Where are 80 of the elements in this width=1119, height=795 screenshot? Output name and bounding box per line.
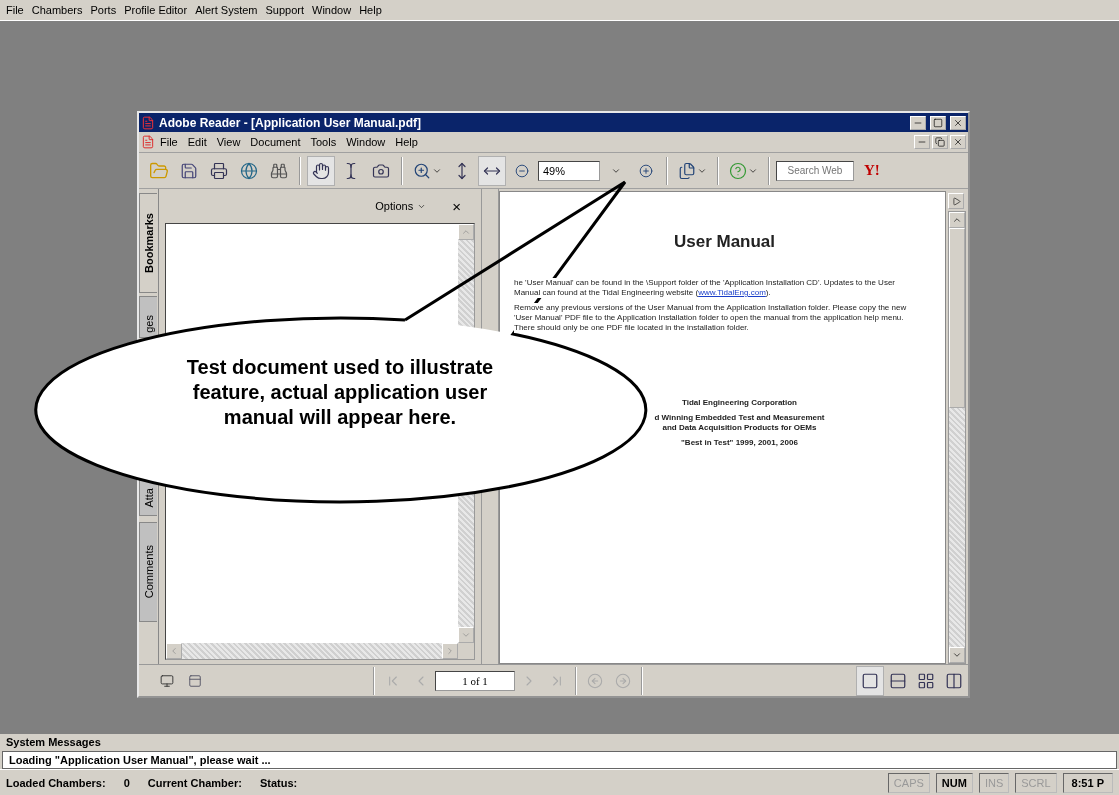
- continuous-page-icon: [889, 671, 907, 690]
- document-footer-line: "Best in Test" 1999, 2001, 2006: [681, 438, 798, 447]
- close-button[interactable]: [950, 115, 966, 130]
- menu-item[interactable]: File: [155, 136, 183, 148]
- menu-item[interactable]: Alert System: [191, 4, 262, 16]
- page-field[interactable]: 1 of 1: [435, 670, 515, 691]
- close-icon: [953, 117, 963, 128]
- logo: Y!: [864, 162, 880, 179]
- grid-page-icon: [917, 671, 935, 690]
- play-icon: [951, 196, 961, 206]
- key-indicator: CAPS: [887, 772, 930, 793]
- menu-item[interactable]: Window: [341, 136, 391, 148]
- minimize-button[interactable]: [910, 115, 926, 130]
- search-field[interactable]: Search Web: [776, 160, 854, 181]
- restore-button[interactable]: [932, 135, 948, 149]
- system-message: Loading "Application User Manual", please wait ...: [2, 751, 1117, 769]
- clock: 8:51 P: [1062, 772, 1113, 793]
- binoculars-icon: [270, 161, 288, 180]
- side-tab[interactable]: Atta: [139, 480, 157, 516]
- pdf-icon: [141, 135, 155, 149]
- globe-icon: [240, 161, 258, 180]
- restore-icon: [935, 137, 945, 147]
- pages-icon: [678, 161, 696, 180]
- panel-icon: [188, 673, 202, 688]
- menu-item[interactable]: Help: [355, 4, 386, 16]
- maximize-icon: [933, 117, 943, 128]
- close-icon: [953, 137, 963, 147]
- menu-item[interactable]: Edit: [182, 136, 212, 148]
- status-label: Loaded Chambers:: [6, 776, 106, 789]
- side-tab[interactable]: Bookmarks: [139, 193, 157, 293]
- website-link[interactable]: www.TidalEng.com: [698, 288, 766, 297]
- window-title: Adobe Reader - [Application User Manual.pdf]: [159, 115, 423, 130]
- status-label: Status:: [259, 776, 298, 789]
- zoom-in-icon: [639, 163, 653, 178]
- menu-item[interactable]: Ports: [86, 4, 121, 16]
- status-label: Current Chamber:: [147, 776, 242, 789]
- document-title: User Manual: [672, 232, 777, 252]
- menu-item[interactable]: Document: [245, 136, 306, 148]
- magnifier-icon: [413, 161, 431, 180]
- side-tab[interactable]: Comments: [139, 522, 157, 622]
- fit-width-button[interactable]: [478, 155, 506, 186]
- menu-item[interactable]: Help: [390, 136, 423, 148]
- horizontal-scrollbar[interactable]: [166, 643, 458, 659]
- menu-item[interactable]: Chambers: [27, 4, 87, 16]
- hand-button[interactable]: [307, 155, 335, 186]
- print-icon: [210, 161, 228, 180]
- zoom-field[interactable]: 49%: [538, 160, 600, 181]
- close-panel-button[interactable]: ×: [446, 196, 467, 216]
- menu-item[interactable]: Support: [261, 4, 309, 16]
- close-button[interactable]: [950, 135, 966, 149]
- single-page-button[interactable]: [856, 665, 884, 696]
- help-icon: [729, 161, 747, 180]
- side-tab[interactable]: ges: [139, 296, 157, 338]
- document-footer-line: Tidal Engineering Corporation: [682, 398, 797, 407]
- menu-item[interactable]: View: [211, 136, 246, 148]
- key-indicator: SCRL: [1015, 772, 1057, 793]
- folder-icon: [149, 160, 169, 181]
- single-page-icon: [861, 671, 879, 690]
- document-footer-line: and Data Acquisition Products for OEMs: [662, 423, 817, 432]
- menu-item[interactable]: Tools: [305, 136, 342, 148]
- document-footer-line: d Winning Embedded Test and Measurement: [654, 413, 825, 422]
- hand-icon: [312, 161, 330, 180]
- monitor-icon: [160, 673, 174, 688]
- facing-page-icon: [945, 671, 963, 690]
- key-indicator: INS: [978, 772, 1010, 793]
- callout-text: Test document used to illustrate feature, actual application user manual will appear here.: [185, 355, 495, 430]
- zoom-out-icon: [515, 163, 529, 178]
- maximize-button[interactable]: [930, 115, 946, 130]
- menu-item[interactable]: Profile Editor: [120, 4, 192, 16]
- menu-item[interactable]: File: [2, 4, 28, 16]
- status-value: 0: [123, 776, 130, 789]
- menu-item[interactable]: Window: [308, 4, 356, 16]
- key-indicator: NUM: [935, 772, 973, 793]
- forward-icon: [615, 672, 631, 689]
- pdf-icon: [141, 115, 155, 130]
- save-icon: [180, 161, 198, 180]
- back-icon: [587, 672, 603, 689]
- vertical-scrollbar[interactable]: [948, 211, 966, 664]
- camera-icon: [372, 161, 390, 180]
- options-button[interactable]: Options: [369, 199, 433, 213]
